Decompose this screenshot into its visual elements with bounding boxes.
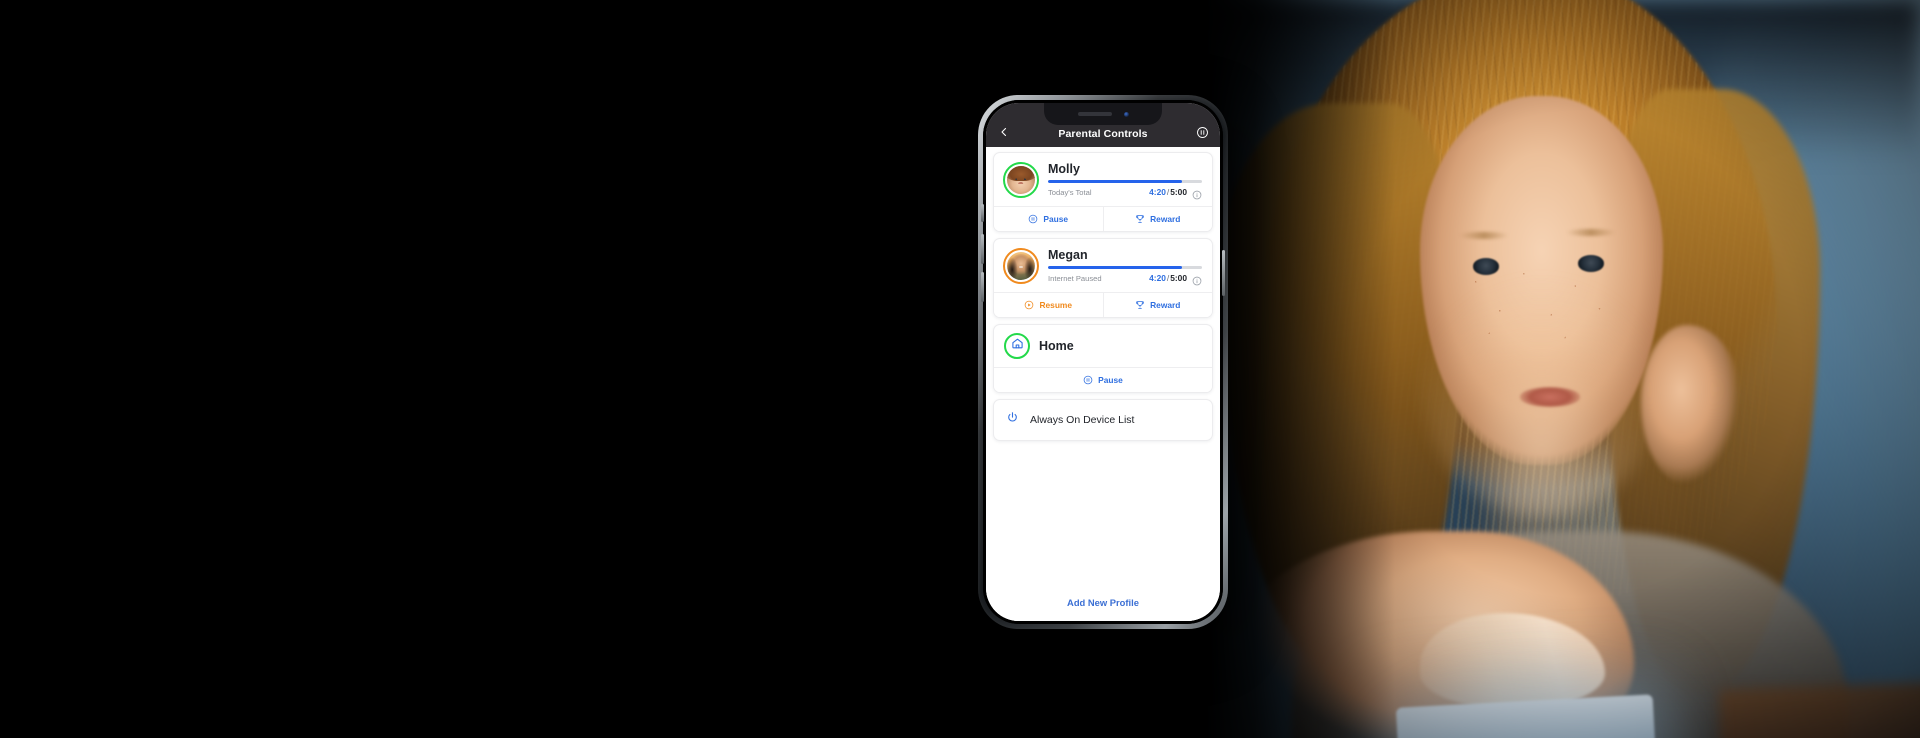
background-photo (1205, 0, 1920, 738)
trophy-icon (1135, 300, 1145, 310)
home-summary: Home (994, 325, 1212, 367)
reward-button[interactable]: Reward (1102, 293, 1212, 317)
home-actions: Pause (994, 367, 1212, 392)
molly-avatar-image (1007, 166, 1035, 194)
info-circle-icon[interactable] (1192, 187, 1202, 200)
volume-up-button[interactable] (981, 234, 984, 264)
profile-card-molly[interactable]: Molly Today's Total 4:20/5:00 Pause Rewa… (993, 152, 1213, 232)
time-separator: / (1166, 273, 1170, 284)
time-separator: / (1166, 187, 1170, 198)
phone-notch (1044, 103, 1162, 125)
time-limit: 5:00 (1170, 273, 1187, 284)
play-circle-icon (1024, 300, 1034, 310)
volume-down-button[interactable] (981, 272, 984, 302)
time-limit: 5:00 (1170, 187, 1187, 198)
phone-mockup: Parental Controls Molly Today's Total 4:… (978, 95, 1228, 629)
home-pause-button[interactable]: Pause (994, 368, 1212, 392)
app-content: Molly Today's Total 4:20/5:00 Pause Rewa… (986, 147, 1220, 621)
reward-button-label: Reward (1150, 300, 1181, 310)
profile-actions: Resume Reward (994, 292, 1212, 317)
hero-banner: Parental Controls Molly Today's Total 4:… (0, 0, 1920, 738)
usage-row: Today's Total 4:20/5:00 (1048, 187, 1202, 200)
photo-left-fade (1205, 0, 1395, 738)
profile-details: Megan Internet Paused 4:20/5:00 (1048, 247, 1202, 286)
avatar[interactable] (1003, 162, 1039, 198)
usage-progress-fill (1048, 266, 1182, 270)
usage-status-label: Today's Total (1048, 187, 1092, 197)
home-card[interactable]: Home Pause (993, 324, 1213, 393)
always-on-device-list-label: Always On Device List (1030, 414, 1135, 426)
reward-button-label: Reward (1150, 214, 1181, 224)
profile-name: Megan (1048, 247, 1088, 262)
page-title: Parental Controls (1058, 128, 1148, 140)
add-new-profile-button[interactable]: Add New Profile (993, 587, 1213, 621)
time-used: 4:20 (1149, 187, 1166, 198)
profile-name: Molly (1048, 161, 1080, 176)
pause-circle-icon[interactable] (1194, 124, 1210, 140)
time-used: 4:20 (1149, 273, 1166, 284)
always-on-device-list-card[interactable]: Always On Device List (993, 399, 1213, 441)
pause-button[interactable]: Pause (994, 207, 1103, 231)
usage-progress-bar (1048, 266, 1202, 270)
always-on-device-list-row[interactable]: Always On Device List (994, 400, 1212, 440)
power-icon (1006, 411, 1019, 429)
usage-progress-bar (1048, 180, 1202, 184)
profile-actions: Pause Reward (994, 206, 1212, 231)
earpiece-speaker (1077, 112, 1112, 116)
pause-button-label: Pause (1043, 214, 1069, 224)
trophy-icon (1135, 214, 1145, 224)
mute-switch[interactable] (981, 204, 984, 222)
usage-time: 4:20/5:00 (1149, 273, 1187, 283)
info-circle-icon[interactable] (1192, 273, 1202, 286)
usage-row: Internet Paused 4:20/5:00 (1048, 273, 1202, 286)
profile-card-megan[interactable]: Megan Internet Paused 4:20/5:00 Resume R… (993, 238, 1213, 318)
avatar[interactable] (1003, 248, 1039, 284)
pause-circle-icon (1083, 375, 1093, 385)
phone-bezel: Parental Controls Molly Today's Total 4:… (981, 100, 1225, 624)
profile-details: Molly Today's Total 4:20/5:00 (1048, 161, 1202, 200)
phone-screen: Parental Controls Molly Today's Total 4:… (986, 103, 1220, 621)
resume-button-label: Resume (1039, 300, 1073, 310)
usage-progress-fill (1048, 180, 1182, 184)
chevron-left-icon[interactable] (996, 124, 1012, 140)
usage-status-label: Internet Paused (1048, 273, 1102, 283)
profile-summary: Molly Today's Total 4:20/5:00 (994, 153, 1212, 206)
power-button[interactable] (1222, 250, 1225, 296)
profile-summary: Megan Internet Paused 4:20/5:00 (994, 239, 1212, 292)
home-label: Home (1039, 339, 1074, 353)
resume-button[interactable]: Resume (994, 293, 1103, 317)
reward-button[interactable]: Reward (1102, 207, 1212, 231)
pause-circle-icon (1028, 214, 1038, 224)
house-icon (1011, 337, 1024, 355)
usage-time: 4:20/5:00 (1149, 187, 1187, 197)
megan-avatar-image (1007, 252, 1035, 280)
front-camera (1123, 111, 1129, 117)
home-icon-ring[interactable] (1004, 333, 1030, 359)
home-pause-label: Pause (1098, 375, 1123, 385)
